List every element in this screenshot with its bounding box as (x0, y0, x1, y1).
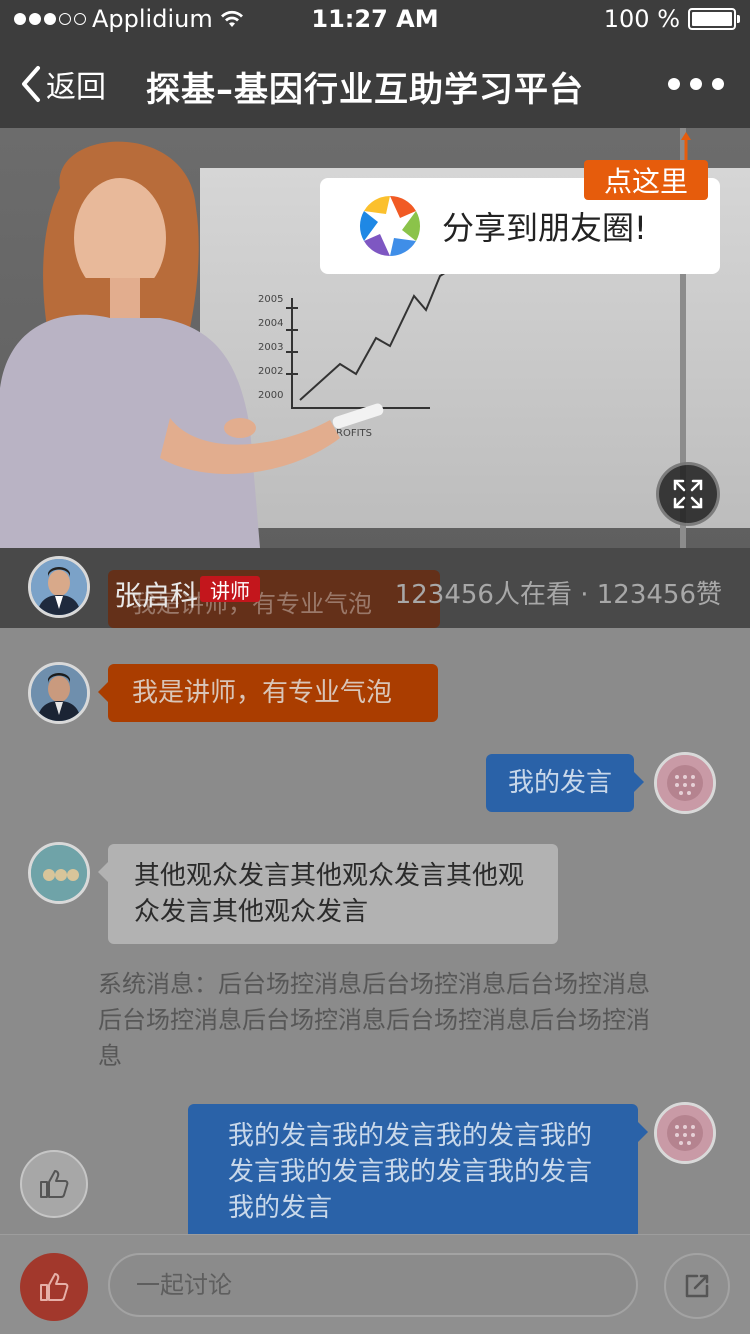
chevron-left-icon (22, 66, 40, 102)
teacher-name: 张启科 (114, 579, 199, 612)
battery-percent: 100 % (603, 5, 680, 33)
battery-group: 100 % (603, 5, 740, 33)
bottom-bar (0, 1234, 750, 1334)
my-message-bubble: 我的发言 (486, 754, 644, 812)
system-message: 系统消息：后台场控消息后台场控消息后台场控消息后台场控消息后台场控消息后台场控消… (98, 970, 650, 1070)
nav-bar: 返回 探基–基因行业互助学习平台 (0, 40, 750, 128)
thumbs-up-icon (40, 1170, 69, 1198)
back-label: 返回 (46, 70, 106, 105)
teacher-avatar[interactable] (28, 556, 90, 618)
my-long-message-bubble: 我的发言我的发言我的发言我的发言我的发言我的发言我的发言我的发言 (188, 1104, 648, 1240)
tap-here-tip: 点这里 (584, 160, 708, 200)
teacher-avatar[interactable] (28, 662, 90, 724)
status-bar: Applidium 11:27 AM 100 % (0, 0, 750, 40)
page-title: 探基–基因行业互助学习平台 (146, 70, 584, 110)
share-button[interactable] (664, 1253, 730, 1319)
floating-like-button[interactable] (20, 1150, 88, 1218)
share-out-icon (685, 1274, 709, 1298)
share-moments-label: 分享到朋友圈! (442, 209, 647, 247)
viewer-avatar[interactable] (28, 842, 90, 904)
battery-icon (688, 8, 740, 30)
teacher-message-bubble: 我是讲师，有专业气泡 (98, 664, 438, 722)
back-button[interactable]: 返回 (18, 62, 106, 106)
like-button[interactable] (20, 1253, 88, 1321)
moments-aperture-icon (359, 196, 421, 256)
discuss-input[interactable] (108, 1253, 638, 1317)
my-avatar[interactable] (654, 752, 716, 814)
my-avatar[interactable] (654, 1102, 716, 1164)
arrow-up-icon (681, 132, 691, 162)
fullscreen-button[interactable] (656, 462, 720, 526)
more-dots-icon[interactable] (668, 78, 724, 90)
expand-icon (673, 479, 703, 509)
thumbs-up-icon (40, 1273, 69, 1301)
role-badge: 讲师 (200, 576, 260, 603)
viewer-message-bubble: 其他观众发言其他观众发言其他观众发言其他观众发言 (98, 844, 558, 944)
viewer-like-stats: 123456人在看 · 123456赞 (394, 580, 722, 610)
